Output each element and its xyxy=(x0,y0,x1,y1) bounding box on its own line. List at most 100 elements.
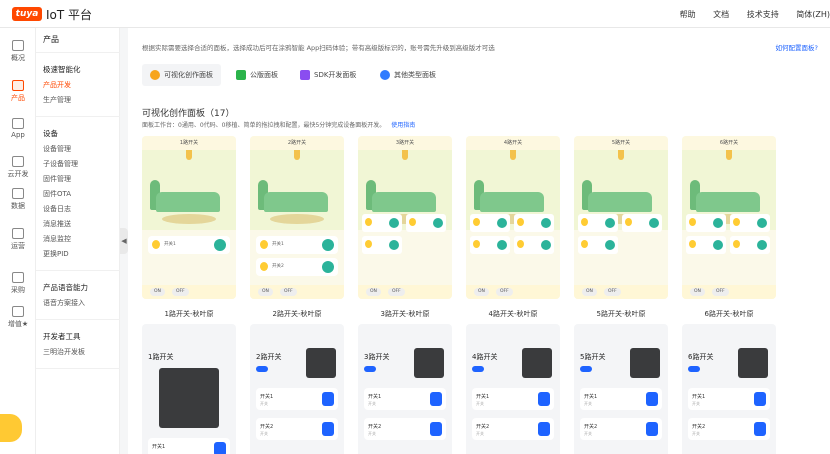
power-button[interactable] xyxy=(322,392,334,406)
panel-card[interactable]: 3路开关 开关1 开关 开关2 开关 xyxy=(358,324,452,454)
tab-2[interactable]: SDK开发面板 xyxy=(292,64,364,86)
switch-row[interactable]: 开关1 开关 xyxy=(472,388,554,410)
collapse-sidebar-button[interactable]: ◀ xyxy=(120,228,128,254)
switch-cell[interactable] xyxy=(578,236,618,254)
docs-link[interactable]: 文档 xyxy=(713,10,729,19)
switch-cell[interactable] xyxy=(730,214,770,232)
tab-3[interactable]: 其他类型面板 xyxy=(372,64,444,86)
switch-cell[interactable] xyxy=(514,214,554,232)
master-toggle[interactable] xyxy=(472,366,484,372)
power-toggle-button[interactable] xyxy=(605,240,615,250)
power-toggle-button[interactable] xyxy=(497,218,507,228)
subnav-item[interactable]: 消息推送 xyxy=(43,219,71,229)
power-toggle-button[interactable] xyxy=(713,240,723,250)
panel-card[interactable]: 3路开关 ON OFF xyxy=(358,136,452,299)
master-toggle[interactable] xyxy=(256,366,268,372)
tab-0[interactable]: 可视化创作面板 xyxy=(142,64,221,86)
panel-card[interactable]: 1路开关 开关1 xyxy=(142,324,236,454)
assistant-avatar-icon[interactable] xyxy=(0,414,22,442)
tab-1[interactable]: 公版面板 xyxy=(228,64,286,86)
power-button[interactable] xyxy=(646,392,658,406)
switch-cell[interactable] xyxy=(622,214,662,232)
power-button[interactable] xyxy=(646,422,658,436)
power-toggle-button[interactable] xyxy=(605,218,615,228)
all-off-button[interactable]: OFF xyxy=(604,288,621,296)
power-button[interactable] xyxy=(430,422,442,436)
all-on-button[interactable]: ON xyxy=(474,288,489,296)
switch-row[interactable]: 开关2 开关 xyxy=(688,418,770,440)
all-on-button[interactable]: ON xyxy=(150,288,165,296)
rail-item-1[interactable]: 产品 xyxy=(0,76,36,110)
subnav-item[interactable]: 生产管理 xyxy=(43,95,71,105)
subnav-item[interactable]: 更换PID xyxy=(43,249,69,259)
switch-cell[interactable] xyxy=(686,236,726,254)
switch-row[interactable]: 开关2 开关 xyxy=(580,418,662,440)
switch-cell[interactable] xyxy=(362,236,402,254)
panel-card[interactable]: 4路开关 ON OFF xyxy=(466,136,560,299)
power-toggle-button[interactable] xyxy=(713,218,723,228)
switch-row[interactable]: 开关2 开关 xyxy=(364,418,446,440)
switch-cell[interactable] xyxy=(470,214,510,232)
panel-card[interactable]: 6路开关 ON OFF xyxy=(682,136,776,299)
all-off-button[interactable]: OFF xyxy=(388,288,405,296)
master-toggle[interactable] xyxy=(688,366,700,372)
rail-item-2[interactable]: App xyxy=(0,114,36,148)
switch-row[interactable]: 开关1 xyxy=(148,438,230,454)
how-to-configure-link[interactable]: 如何配置面板? xyxy=(776,42,818,52)
switch-row[interactable]: 开关1 开关 xyxy=(580,388,662,410)
panel-card[interactable]: 1路开关 开关1 ON OFF xyxy=(142,136,236,299)
all-on-button[interactable]: ON xyxy=(258,288,273,296)
all-on-button[interactable]: ON xyxy=(582,288,597,296)
power-toggle-button[interactable] xyxy=(389,218,399,228)
panel-card[interactable]: 6路开关 开关1 开关 开关2 开关 xyxy=(682,324,776,454)
subnav-item[interactable]: 语音方案接入 xyxy=(43,298,85,308)
switch-row[interactable]: 开关1 开关 xyxy=(256,388,338,410)
power-button[interactable] xyxy=(754,422,766,436)
power-button[interactable] xyxy=(214,442,226,454)
all-on-button[interactable]: ON xyxy=(366,288,381,296)
master-toggle[interactable] xyxy=(580,366,592,372)
subnav-item[interactable]: 固件管理 xyxy=(43,174,71,184)
power-toggle-button[interactable] xyxy=(322,239,334,251)
power-toggle-button[interactable] xyxy=(757,218,767,228)
panel-card[interactable]: 2路开关 开关1 开关2 ON OFF xyxy=(250,136,344,299)
power-toggle-button[interactable] xyxy=(649,218,659,228)
rail-item-0[interactable]: 概况 xyxy=(0,36,36,70)
power-toggle-button[interactable] xyxy=(541,218,551,228)
switch-row[interactable]: 开关1 开关 xyxy=(688,388,770,410)
power-button[interactable] xyxy=(322,422,334,436)
subnav-item[interactable]: 子设备管理 xyxy=(43,159,78,169)
power-toggle-button[interactable] xyxy=(497,240,507,250)
subnav-item[interactable]: 三明治开发板 xyxy=(43,347,85,357)
tuya-logo[interactable]: tuya xyxy=(12,7,42,21)
panel-card[interactable]: 2路开关 开关1 开关 开关2 开关 xyxy=(250,324,344,454)
switch-row[interactable]: 开关1 xyxy=(148,236,230,254)
help-link[interactable]: 帮助 xyxy=(680,10,696,19)
subnav-item[interactable]: 设备日志 xyxy=(43,204,71,214)
switch-cell[interactable] xyxy=(362,214,402,232)
power-button[interactable] xyxy=(538,422,550,436)
switch-row[interactable]: 开关2 开关 xyxy=(256,418,338,440)
power-toggle-button[interactable] xyxy=(541,240,551,250)
all-on-button[interactable]: ON xyxy=(690,288,705,296)
support-link[interactable]: 技术支持 xyxy=(747,10,779,19)
all-off-button[interactable]: OFF xyxy=(496,288,513,296)
switch-row[interactable]: 开关2 开关 xyxy=(472,418,554,440)
panel-card[interactable]: 5路开关 ON OFF xyxy=(574,136,668,299)
power-button[interactable] xyxy=(538,392,550,406)
all-off-button[interactable]: OFF xyxy=(712,288,729,296)
rail-item-6[interactable]: 采购 xyxy=(0,268,36,302)
switch-row[interactable]: 开关1 xyxy=(256,236,338,254)
usage-guide-link[interactable]: 使用指南 xyxy=(391,122,415,129)
all-off-button[interactable]: OFF xyxy=(172,288,189,296)
power-toggle-button[interactable] xyxy=(433,218,443,228)
rail-item-3[interactable]: 云开发 xyxy=(0,152,36,186)
switch-cell[interactable] xyxy=(730,236,770,254)
power-toggle-button[interactable] xyxy=(757,240,767,250)
subnav-item[interactable]: 设备管理 xyxy=(43,144,71,154)
switch-cell[interactable] xyxy=(578,214,618,232)
master-toggle[interactable] xyxy=(364,366,376,372)
all-off-button[interactable]: OFF xyxy=(280,288,297,296)
panel-card[interactable]: 4路开关 开关1 开关 开关2 开关 xyxy=(466,324,560,454)
language-selector[interactable]: 简体(ZH) xyxy=(796,10,830,19)
